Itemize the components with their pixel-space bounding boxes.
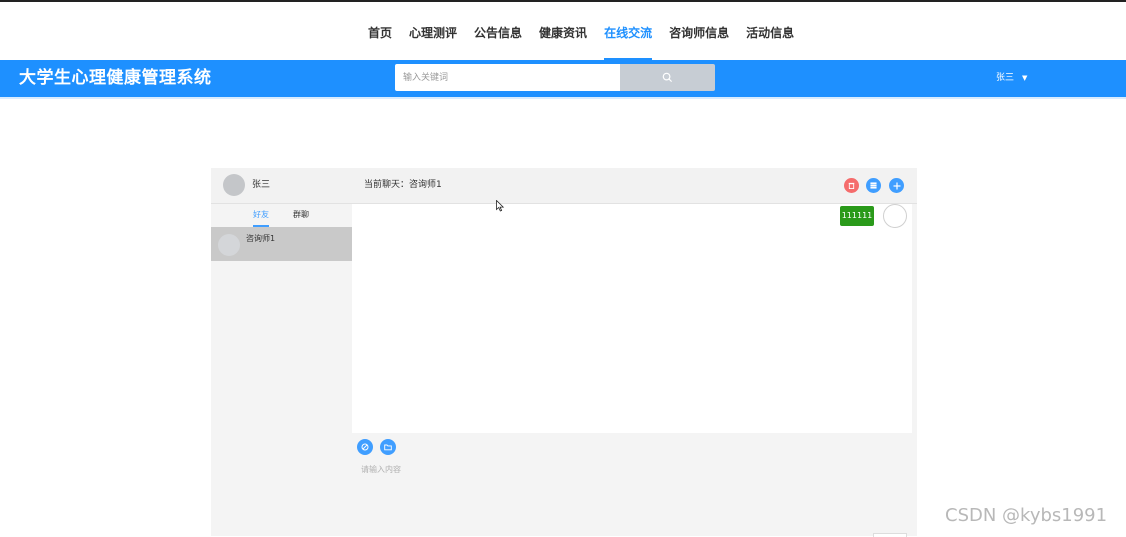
nav-counselors[interactable]: 咨询师信息 — [669, 2, 729, 58]
emoji-icon — [361, 443, 369, 451]
tab-friends[interactable]: 好友 — [253, 204, 269, 227]
chat-panel: 张三 当前聊天：咨询师1 好友 群聊 咨询师1 111111 请输入内容 — [211, 168, 917, 537]
plus-icon — [893, 182, 900, 189]
emoji-button[interactable] — [357, 439, 373, 455]
file-button[interactable] — [380, 439, 396, 455]
nav-activities[interactable]: 活动信息 — [746, 2, 794, 58]
my-name: 张三 — [252, 180, 271, 190]
avatar — [218, 234, 240, 256]
send-button[interactable] — [873, 533, 907, 537]
mouse-cursor-icon — [496, 200, 505, 212]
trash-icon — [848, 182, 855, 189]
message-input[interactable] — [359, 462, 903, 526]
nav-psych-test[interactable]: 心理测评 — [409, 2, 457, 58]
message-area: 111111 — [352, 204, 912, 433]
contact-item[interactable]: 咨询师1 — [211, 227, 352, 261]
current-chat-label: 当前聊天：咨询师1 — [364, 180, 442, 190]
search-button[interactable] — [620, 64, 715, 91]
chat-topbar: 张三 当前聊天：咨询师1 — [211, 168, 917, 204]
contact-sidebar: 好友 群聊 咨询师1 — [211, 204, 352, 536]
nav-online-chat[interactable]: 在线交流 — [604, 2, 653, 60]
avatar — [223, 174, 245, 196]
nav-menu: 首页 心理测评 公告信息 健康资讯 在线交流 咨询师信息 活动信息 — [368, 2, 811, 60]
tab-groups[interactable]: 群聊 — [293, 204, 309, 226]
user-name: 张三 — [996, 73, 1015, 83]
site-title: 大学生心理健康管理系统 — [19, 68, 212, 88]
header-divider — [0, 97, 1126, 99]
nav-health-news[interactable]: 健康资讯 — [539, 2, 587, 58]
menu-button[interactable] — [866, 178, 881, 193]
nav-home[interactable]: 首页 — [368, 2, 392, 58]
delete-button[interactable] — [844, 178, 859, 193]
grid-icon — [870, 182, 877, 189]
message-bubble: 111111 — [840, 206, 874, 226]
header-bar: 大学生心理健康管理系统 张三 ▼ — [0, 60, 1126, 97]
caret-down-icon: ▼ — [1022, 74, 1028, 82]
watermark: CSDN @kybs1991 — [945, 505, 1108, 526]
top-navigation: 首页 心理测评 公告信息 健康资讯 在线交流 咨询师信息 活动信息 — [0, 0, 1126, 60]
search-icon — [662, 72, 673, 83]
nav-announcements[interactable]: 公告信息 — [474, 2, 522, 58]
user-menu[interactable]: 张三 ▼ — [996, 60, 1027, 97]
folder-icon — [384, 444, 392, 451]
avatar — [883, 204, 907, 228]
contact-name: 咨询师1 — [246, 234, 276, 243]
search-input[interactable] — [395, 64, 620, 91]
add-button[interactable] — [889, 178, 904, 193]
